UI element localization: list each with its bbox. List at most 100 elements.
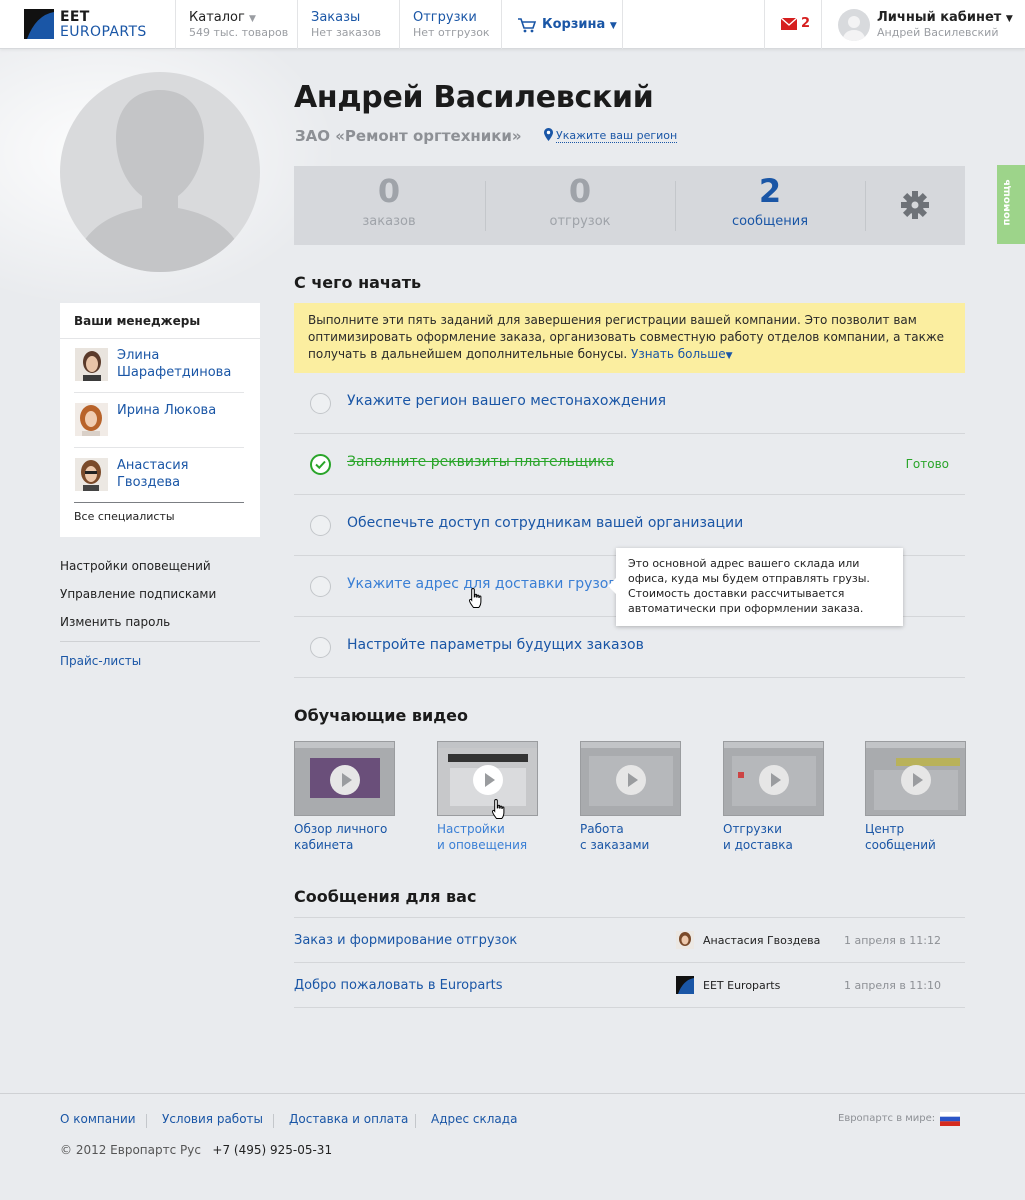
message-row[interactable]: Заказ и формирование отгрузок Анастасия … bbox=[294, 918, 965, 963]
nav-catalog[interactable]: Каталог ▼ 549 тыс. товаров bbox=[175, 0, 297, 49]
nav-orders[interactable]: Заказы Нет заказов bbox=[297, 0, 399, 49]
video-thumbnail[interactable] bbox=[580, 741, 681, 816]
video-caption[interactable]: Центр сообщений bbox=[865, 821, 985, 853]
map-pin-icon bbox=[544, 128, 553, 141]
checkmark-icon bbox=[315, 460, 326, 470]
video-caption[interactable]: Настройки и оповещения bbox=[437, 821, 557, 853]
video-thumbnail[interactable] bbox=[865, 741, 966, 816]
manager-item[interactable]: Элина Шарафетдинова bbox=[74, 339, 244, 393]
company-name: ЗАО «Ремонт оргтехники» bbox=[295, 127, 522, 145]
play-icon bbox=[616, 765, 646, 795]
help-tab[interactable]: помощь bbox=[997, 165, 1025, 244]
user-silhouette-icon bbox=[842, 16, 866, 41]
eet-europarts-logo[interactable]: EET EUROPARTS bbox=[24, 8, 174, 42]
task-checkbox[interactable] bbox=[310, 637, 331, 658]
video-caption-line: и доставка bbox=[723, 838, 793, 852]
manager-name: Ирина Люкова bbox=[117, 403, 217, 418]
learn-more-link[interactable]: Узнать больше▼ bbox=[631, 347, 733, 361]
messages-button[interactable]: 2 bbox=[764, 0, 822, 49]
start-note: Выполните эти пять заданий для завершени… bbox=[294, 303, 965, 373]
task-item[interactable]: Заполните реквизиты плательщика Готово bbox=[294, 434, 965, 495]
manager-photo bbox=[75, 348, 108, 381]
help-label: помощь bbox=[1001, 179, 1013, 226]
manager-item[interactable]: Анастасия Гвоздева bbox=[74, 449, 244, 503]
message-date: 1 апреля в 11:12 bbox=[844, 934, 942, 947]
footer-link-terms[interactable]: Условия работы bbox=[162, 1112, 263, 1126]
page-footer: О компании Условия работы Доставка и опл… bbox=[0, 1093, 1025, 1200]
video-caption-line: сообщений bbox=[865, 838, 936, 852]
video-thumbnail[interactable] bbox=[723, 741, 824, 816]
video-caption-line: Настройки bbox=[437, 822, 505, 836]
tooltip-text: Это основной адрес вашего склада или офи… bbox=[628, 557, 870, 615]
hand-cursor-icon bbox=[491, 798, 505, 819]
nav-cart[interactable]: Корзина ▼ bbox=[501, 0, 623, 49]
stat-orders[interactable]: 0 заказов bbox=[294, 166, 484, 245]
menu-change-password[interactable]: Изменить пароль bbox=[60, 615, 170, 629]
task-checkbox[interactable] bbox=[310, 393, 331, 414]
video-caption[interactable]: Обзор личного кабинета bbox=[294, 821, 414, 853]
task-item[interactable]: Укажите регион вашего местонахождения bbox=[294, 373, 965, 434]
managers-panel: Ваши менеджеры Элина Шарафетдинова Ирина… bbox=[60, 303, 260, 537]
video-caption[interactable]: Работа с заказами bbox=[580, 821, 700, 853]
message-row[interactable]: Добро пожаловать в Europarts EET Europar… bbox=[294, 963, 965, 1008]
message-sender: EET Europarts bbox=[703, 979, 781, 992]
learn-more-label: Узнать больше bbox=[631, 347, 726, 361]
footer-link-delivery[interactable]: Доставка и оплата bbox=[289, 1112, 408, 1126]
task-checkbox[interactable] bbox=[310, 576, 331, 597]
task-item[interactable]: Обеспечьте доступ сотрудникам вашей орга… bbox=[294, 495, 965, 556]
task-label[interactable]: Укажите регион вашего местонахождения bbox=[347, 393, 666, 409]
task-label[interactable]: Настройте параметры будущих заказов bbox=[347, 637, 644, 653]
hand-cursor-icon bbox=[468, 587, 482, 608]
logo-mark-icon bbox=[24, 9, 54, 39]
footer-link-about[interactable]: О компании bbox=[60, 1112, 136, 1126]
stat-caption: отгрузок bbox=[549, 214, 611, 229]
logo-text-top: EET bbox=[60, 9, 90, 25]
nav-shipments-sub: Нет отгрузок bbox=[413, 26, 490, 39]
manager-item[interactable]: Ирина Люкова bbox=[74, 394, 244, 448]
stat-shipments[interactable]: 0 отгрузок bbox=[485, 166, 675, 245]
video-caption-line: Обзор личного bbox=[294, 822, 388, 836]
region-link[interactable]: Укажите ваш регион bbox=[544, 128, 678, 143]
sender-avatar bbox=[676, 931, 694, 949]
phone-number: +7 (495) 925-05-31 bbox=[212, 1143, 333, 1157]
video-thumbnail[interactable] bbox=[294, 741, 395, 816]
message-subject[interactable]: Заказ и формирование отгрузок bbox=[294, 933, 517, 948]
profile-avatar[interactable] bbox=[60, 72, 260, 272]
video-caption-line: с заказами bbox=[580, 838, 650, 852]
stat-value: 2 bbox=[758, 172, 782, 210]
chevron-down-icon: ▼ bbox=[609, 21, 617, 31]
task-label[interactable]: Обеспечьте доступ сотрудникам вашей орга… bbox=[347, 515, 743, 531]
task-checkbox[interactable] bbox=[310, 515, 331, 536]
stats-panel: 0 заказов 0 отгрузок 2 сообщения bbox=[294, 166, 965, 245]
manager-name: Анастасия Гвоздева bbox=[117, 458, 189, 490]
nav-cart-label: Корзина bbox=[542, 17, 606, 32]
price-lists-link[interactable]: Прайс-листы bbox=[60, 654, 141, 668]
divider bbox=[146, 1114, 147, 1128]
nav-shipments[interactable]: Отгрузки Нет отгрузок bbox=[399, 0, 501, 49]
task-label[interactable]: Заполните реквизиты плательщика bbox=[347, 454, 614, 470]
video-thumbnail[interactable] bbox=[437, 741, 538, 816]
user-silhouette-icon bbox=[70, 90, 250, 272]
eet-logo-icon bbox=[676, 976, 694, 994]
menu-notification-settings[interactable]: Настройки оповещений bbox=[60, 559, 211, 573]
region-link-label: Укажите ваш регион bbox=[556, 129, 678, 143]
task-checkbox-checked[interactable] bbox=[310, 454, 331, 475]
managers-title: Ваши менеджеры bbox=[74, 314, 201, 328]
footer-link-warehouse[interactable]: Адрес склада bbox=[431, 1112, 517, 1126]
video-caption-line: и оповещения bbox=[437, 838, 528, 852]
gear-icon[interactable] bbox=[900, 190, 930, 220]
play-icon bbox=[901, 765, 931, 795]
message-sender: Анастасия Гвоздева bbox=[703, 934, 821, 947]
russia-flag-icon[interactable] bbox=[940, 1112, 960, 1126]
stat-messages[interactable]: 2 сообщения bbox=[675, 166, 865, 245]
all-specialists-link[interactable]: Все специалисты bbox=[74, 510, 175, 523]
task-item[interactable]: Настройте параметры будущих заказов bbox=[294, 617, 965, 678]
account-menu[interactable]: Личный кабинет ▼ Андрей Василевский bbox=[838, 9, 1018, 41]
video-caption-line: Центр bbox=[865, 822, 905, 836]
nav-catalog-label: Каталог bbox=[189, 10, 245, 25]
manager-photo bbox=[75, 403, 108, 436]
message-subject[interactable]: Добро пожаловать в Europarts bbox=[294, 978, 503, 993]
video-caption[interactable]: Отгрузки и доставка bbox=[723, 821, 843, 853]
menu-manage-subscriptions[interactable]: Управление подписками bbox=[60, 587, 216, 601]
top-header: EET EUROPARTS Каталог ▼ 549 тыс. товаров… bbox=[0, 0, 1025, 49]
